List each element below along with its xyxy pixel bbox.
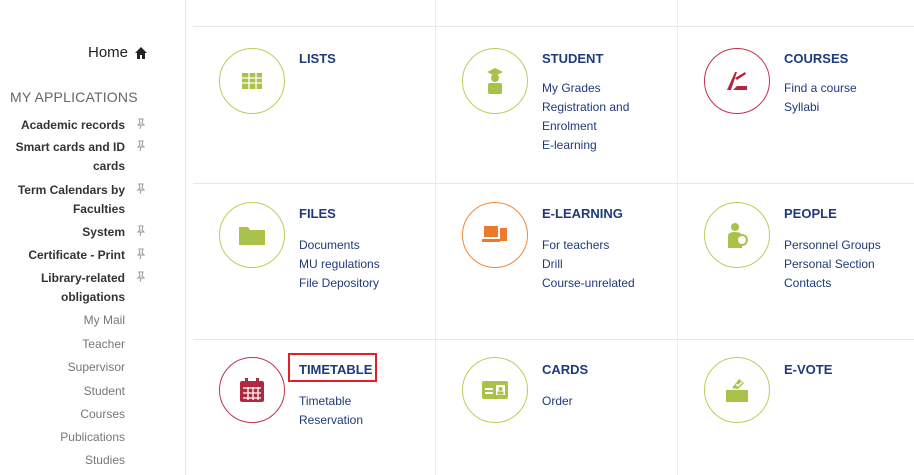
tile-title[interactable]: STUDENT: [542, 51, 603, 66]
link-enrolment[interactable]: Enrolment: [542, 117, 629, 136]
link-registration[interactable]: Registration and: [542, 98, 629, 117]
sidebar: Home MY APPLICATIONS Academic records Sm…: [0, 0, 185, 475]
link-timetable[interactable]: Timetable: [299, 392, 363, 411]
home-icon: [135, 46, 147, 59]
tile-e-learning[interactable]: E-LEARNING For teachers Drill Course-unr…: [436, 184, 678, 339]
sidebar-item-smart-cards[interactable]: Smart cards and ID cards: [0, 138, 150, 176]
home-link[interactable]: Home: [88, 44, 147, 61]
tile-e-vote[interactable]: E-VOTE: [678, 340, 914, 475]
tile-title[interactable]: E-LEARNING: [542, 206, 623, 221]
pin-icon[interactable]: [136, 225, 146, 237]
sidebar-item-courses[interactable]: Courses: [80, 407, 125, 421]
sidebar-item-academic-records[interactable]: Academic records: [0, 116, 150, 135]
tile-title[interactable]: CARDS: [542, 362, 588, 377]
tile-files[interactable]: FILES Documents MU regulations File Depo…: [193, 184, 435, 339]
tile-links: For teachers Drill Course-unrelated: [542, 236, 635, 293]
link-for-teachers[interactable]: For teachers: [542, 236, 635, 255]
id-card-icon: [462, 357, 528, 423]
folder-icon: [219, 202, 285, 268]
home-label: Home: [87, 44, 128, 61]
link-syllabi[interactable]: Syllabi: [784, 98, 857, 117]
sidebar-item-library-obligations[interactable]: Library-related obligations: [0, 269, 150, 307]
pin-icon[interactable]: [136, 271, 146, 283]
tile-links: Find a course Syllabi: [784, 79, 857, 117]
tile-links: Timetable Reservation: [299, 392, 363, 430]
sidebar-item-my-mail[interactable]: My Mail: [84, 313, 125, 327]
link-file-depository[interactable]: File Depository: [299, 274, 380, 293]
link-course-unrelated[interactable]: Course-unrelated: [542, 274, 635, 293]
sidebar-item-teacher[interactable]: Teacher: [82, 337, 125, 351]
sidebar-item-publications[interactable]: Publications: [60, 430, 125, 444]
tile-student[interactable]: STUDENT My Grades Registration and Enrol…: [436, 27, 678, 182]
tile-lists[interactable]: LISTS: [193, 27, 435, 182]
tile-title[interactable]: COURSES: [784, 51, 848, 66]
computer-icon: [462, 202, 528, 268]
person-icon: [704, 202, 770, 268]
pin-icon[interactable]: [136, 183, 146, 195]
sidebar-item-term-calendars[interactable]: Term Calendars by Faculties: [0, 181, 150, 219]
tile-links: My Grades Registration and Enrolment E-l…: [542, 79, 629, 155]
tile-links: Personnel Groups Personal Section Contac…: [784, 236, 881, 293]
tile-courses[interactable]: COURSES Find a course Syllabi: [678, 27, 914, 182]
calendar-icon: [219, 357, 285, 423]
tile-title[interactable]: TIMETABLE: [299, 362, 372, 377]
link-find-a-course[interactable]: Find a course: [784, 79, 857, 98]
link-personnel-groups[interactable]: Personnel Groups: [784, 236, 881, 255]
sidebar-item-certificate-print[interactable]: Certificate - Print: [0, 246, 150, 265]
tile-timetable[interactable]: TIMETABLE Timetable Reservation: [193, 340, 435, 475]
link-order[interactable]: Order: [542, 392, 573, 411]
table-icon: [219, 48, 285, 114]
compass-ruler-icon: [704, 48, 770, 114]
graduate-icon: [462, 48, 528, 114]
sidebar-item-supervisor[interactable]: Supervisor: [68, 360, 125, 374]
tile-links: Documents MU regulations File Depository: [299, 236, 380, 293]
tile-title[interactable]: LISTS: [299, 51, 336, 66]
tile-links: Order: [542, 392, 573, 411]
link-e-learning[interactable]: E-learning: [542, 136, 629, 155]
sidebar-item-system[interactable]: System: [0, 223, 150, 242]
link-mu-regulations[interactable]: MU regulations: [299, 255, 380, 274]
tile-cards[interactable]: CARDS Order: [436, 340, 678, 475]
tile-title[interactable]: PEOPLE: [784, 206, 837, 221]
tile-title[interactable]: FILES: [299, 206, 336, 221]
sidebar-item-student[interactable]: Student: [84, 384, 125, 398]
pin-icon[interactable]: [136, 248, 146, 260]
pin-icon[interactable]: [136, 118, 146, 130]
sidebar-divider: [185, 0, 186, 475]
link-my-grades[interactable]: My Grades: [542, 79, 629, 98]
tile-title[interactable]: E-VOTE: [784, 362, 832, 377]
link-drill[interactable]: Drill: [542, 255, 635, 274]
ballot-box-icon: [704, 357, 770, 423]
my-applications-heading: MY APPLICATIONS: [10, 89, 138, 105]
tile-people[interactable]: PEOPLE Personnel Groups Personal Section…: [678, 184, 914, 339]
link-contacts[interactable]: Contacts: [784, 274, 881, 293]
link-documents[interactable]: Documents: [299, 236, 380, 255]
pin-icon[interactable]: [136, 140, 146, 152]
link-personal-section[interactable]: Personal Section: [784, 255, 881, 274]
link-reservation[interactable]: Reservation: [299, 411, 363, 430]
sidebar-item-studies[interactable]: Studies: [85, 453, 125, 467]
